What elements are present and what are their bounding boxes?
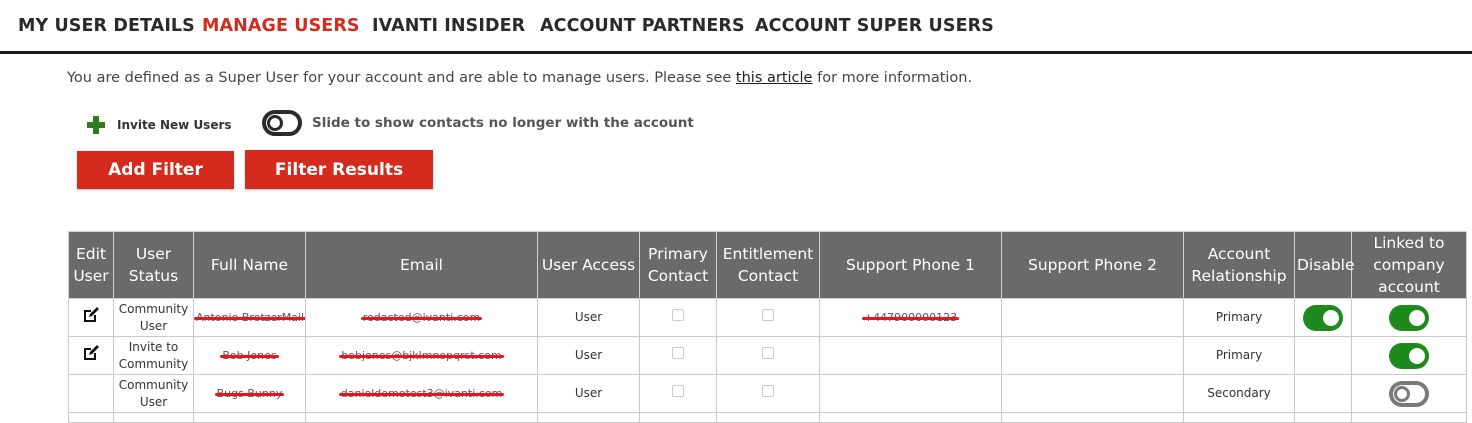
table-row: Community User Antonio BrotzerMail Test … [68,298,1467,337]
users-table: Edit User User Status Full Name Email Us… [68,231,1467,423]
primary-contact-cell [639,336,717,375]
account-relationship: Primary [1183,336,1295,375]
edit-cell [68,298,114,337]
disable-toggle[interactable] [1303,304,1343,331]
header-support-phone-1: Support Phone 1 [819,231,1002,299]
former-contacts-toggle[interactable] [262,110,302,136]
header-email: Email [305,231,538,299]
primary-contact-checkbox[interactable] [672,347,684,359]
full-name: Bugs Bunny [193,374,306,413]
phone-redacted: +447900000123 [861,311,960,324]
edit-cell [68,336,114,375]
add-filter-button[interactable]: Add Filter [77,151,234,189]
top-navigation: MY USER DETAILS MANAGE USERS IVANTI INSI… [0,0,1472,54]
plus-icon [86,115,106,135]
support-phone-1 [819,374,1002,413]
user-status: Invite to Community [113,336,194,375]
tab-account-partners[interactable]: ACCOUNT PARTNERS [540,16,745,36]
primary-contact-cell [639,298,717,337]
user-access: User [537,336,640,375]
linked-toggle[interactable] [1389,380,1429,407]
user-status: Community User [113,298,194,337]
linked-cell [1351,298,1467,337]
support-phone-2 [1001,374,1184,413]
former-contacts-slider-control: Slide to show contacts no longer with th… [262,110,694,136]
header-account-relationship: Account Relationship [1183,231,1295,299]
primary-contact-cell [639,374,717,413]
email: danieldemotest3@ivanti.com [305,374,538,413]
linked-cell [1351,374,1467,413]
table-header-row: Edit User User Status Full Name Email Us… [68,231,1467,299]
disable-cell [1294,298,1352,337]
full-name-redacted: Bob Jones [220,349,279,362]
entitlement-contact-cell [716,374,820,413]
email-redacted: danieldemotest3@ivanti.com [338,387,504,400]
filter-results-button[interactable]: Filter Results [245,150,433,189]
entitlement-contact-checkbox[interactable] [762,347,774,359]
header-edit-user: Edit User [68,231,114,299]
primary-contact-checkbox[interactable] [672,385,684,397]
full-name: Antonio BrotzerMail Test [193,298,306,337]
full-name-redacted: Bugs Bunny [214,387,285,400]
entitlement-contact-cell [716,336,820,375]
header-user-access: User Access [537,231,640,299]
header-primary-contact: Primary Contact [639,231,717,299]
full-name-redacted: Antonio BrotzerMail Test [194,309,305,326]
header-linked-company-account: Linked to company account [1351,231,1467,299]
entitlement-contact-cell [716,298,820,337]
user-access: User [537,374,640,413]
support-phone-1: +447900000123 [819,298,1002,337]
entitlement-contact-checkbox[interactable] [762,309,774,321]
tab-ivanti-insider[interactable]: IVANTI INSIDER [372,16,525,36]
header-full-name: Full Name [193,231,306,299]
support-phone-2 [1001,336,1184,375]
entitlement-contact-checkbox[interactable] [762,385,774,397]
email-redacted: bobjones@bjklmnopqrst.com [339,349,505,362]
notice-text-before: You are defined as a Super User for your… [67,70,736,86]
primary-contact-checkbox[interactable] [672,309,684,321]
linked-toggle[interactable] [1389,304,1429,331]
account-relationship: Secondary [1183,374,1295,413]
edit-icon[interactable] [81,305,101,325]
article-link[interactable]: this article [736,70,813,86]
edit-icon[interactable] [81,343,101,363]
linked-toggle[interactable] [1389,342,1429,369]
full-name: Bob Jones [193,336,306,375]
invite-new-users-label: Invite New Users [117,118,232,132]
super-user-notice: You are defined as a Super User for your… [67,70,972,86]
table-row: Community User Bugs Bunny danieldemotest… [68,374,1467,413]
email-redacted: redacted@ivanti.com [360,311,482,324]
linked-cell [1351,336,1467,375]
tab-my-user-details[interactable]: MY USER DETAILS [18,16,195,36]
user-status: Community User [113,374,194,413]
header-support-phone-2: Support Phone 2 [1001,231,1184,299]
invite-new-users-button[interactable]: Invite New Users [86,114,232,136]
disable-cell [1294,374,1352,413]
account-relationship: Primary [1183,298,1295,337]
support-phone-2 [1001,298,1184,337]
tab-account-super-users[interactable]: ACCOUNT SUPER USERS [755,16,994,36]
notice-text-after: for more information. [812,70,973,86]
table-row: Invite to Community Bob Jones bobjones@b… [68,336,1467,375]
email: redacted@ivanti.com [305,298,538,337]
email: bobjones@bjklmnopqrst.com [305,336,538,375]
edit-cell [68,374,114,413]
tab-manage-users[interactable]: MANAGE USERS [202,16,360,36]
user-access: User [537,298,640,337]
header-disable: Disable [1294,231,1355,299]
disable-cell [1294,336,1352,375]
support-phone-1 [819,336,1002,375]
former-contacts-label: Slide to show contacts no longer with th… [312,115,694,131]
header-entitlement-contact: Entitlement Contact [716,231,820,299]
header-user-status: User Status [113,231,194,299]
